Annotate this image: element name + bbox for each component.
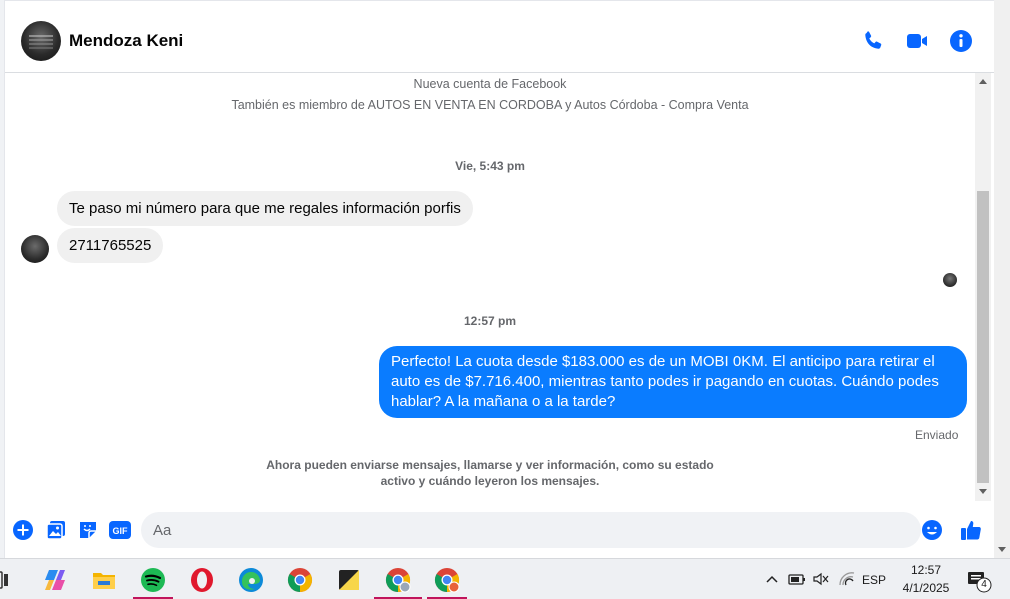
photo-icon[interactable] — [45, 519, 67, 541]
timestamp: Vie, 5:43 pm — [455, 159, 525, 173]
intro-new-account: Nueva cuenta de Facebook — [413, 77, 567, 91]
message-input[interactable] — [141, 512, 921, 548]
page-scrollbar[interactable] — [994, 0, 1010, 558]
scroll-up-arrow[interactable] — [979, 79, 987, 84]
clock-time[interactable]: 12:57 — [902, 563, 950, 577]
contact-name[interactable]: Mendoza Keni — [69, 31, 183, 51]
phone-icon[interactable] — [861, 29, 885, 53]
intro-groups: También es miembro de AUTOS EN VENTA EN … — [231, 98, 749, 112]
page-scroll-down-arrow[interactable] — [998, 547, 1006, 552]
chrome-profile-icon[interactable] — [384, 566, 412, 594]
privacy-note-line-1: Ahora pueden enviarse mensajes, llamarse… — [266, 458, 714, 472]
task-view-icon[interactable] — [0, 568, 10, 592]
chrome-profile-2-icon[interactable] — [433, 566, 461, 594]
sticky-notes-icon[interactable] — [335, 566, 363, 594]
message-scrollbar[interactable] — [975, 73, 991, 501]
outgoing-line: Perfecto! La cuota desde $183.000 es de … — [391, 353, 935, 370]
notification-count: 4 — [981, 579, 987, 590]
sender-avatar[interactable] — [21, 235, 49, 263]
message-input-placeholder: Aa — [153, 522, 172, 539]
volume-muted-icon[interactable] — [812, 571, 830, 587]
plus-icon[interactable] — [12, 519, 34, 541]
edge-icon[interactable] — [237, 566, 265, 594]
spotify-icon[interactable] — [139, 566, 167, 594]
copilot-icon[interactable] — [41, 566, 69, 594]
message-status: Enviado — [915, 428, 959, 442]
opera-icon[interactable] — [188, 566, 216, 594]
chat-header: Mendoza Keni — [5, 9, 995, 73]
outgoing-line: hablar? A la mañana o a la tarde? — [391, 393, 616, 410]
incoming-message[interactable]: Te paso mi número para que me regales in… — [57, 191, 473, 226]
gif-icon[interactable]: GIF — [108, 519, 132, 541]
contact-avatar[interactable] — [21, 21, 61, 61]
composer: GIF Aa — [5, 501, 995, 559]
outgoing-line: auto es de $7.716.400, mientras tanto po… — [391, 373, 939, 390]
message-list[interactable]: Nueva cuenta de Facebook También es miem… — [5, 73, 975, 501]
file-explorer-icon[interactable] — [90, 566, 118, 594]
taskbar: ESP 12:57 4/1/2025 4 — [0, 558, 1010, 599]
chrome-icon[interactable] — [286, 566, 314, 594]
thumbs-up-icon[interactable] — [960, 519, 982, 541]
video-camera-icon[interactable] — [905, 29, 929, 53]
language-indicator[interactable]: ESP — [862, 573, 886, 587]
gif-label: GIF — [113, 526, 129, 536]
battery-icon[interactable] — [788, 571, 806, 587]
sticker-icon[interactable] — [77, 519, 99, 541]
chat-window: Mendoza Keni Nueva cuenta de Facebook Ta… — [4, 0, 995, 559]
scroll-thumb[interactable] — [977, 191, 989, 483]
incoming-message[interactable]: 2711765525 — [57, 228, 164, 263]
chevron-up-icon[interactable] — [764, 571, 780, 587]
emoji-icon[interactable] — [921, 519, 943, 541]
clock-date[interactable]: 4/1/2025 — [898, 581, 954, 595]
outgoing-message[interactable]: Perfecto! La cuota desde $183.000 es de … — [379, 346, 967, 418]
wifi-icon[interactable] — [838, 571, 856, 587]
timestamp: 12:57 pm — [463, 314, 517, 328]
privacy-note-line-2: activo y cuándo leyeron los mensajes. — [380, 474, 600, 488]
scroll-down-arrow[interactable] — [979, 489, 987, 494]
info-icon[interactable] — [949, 29, 973, 53]
read-receipt-avatar — [943, 273, 957, 287]
